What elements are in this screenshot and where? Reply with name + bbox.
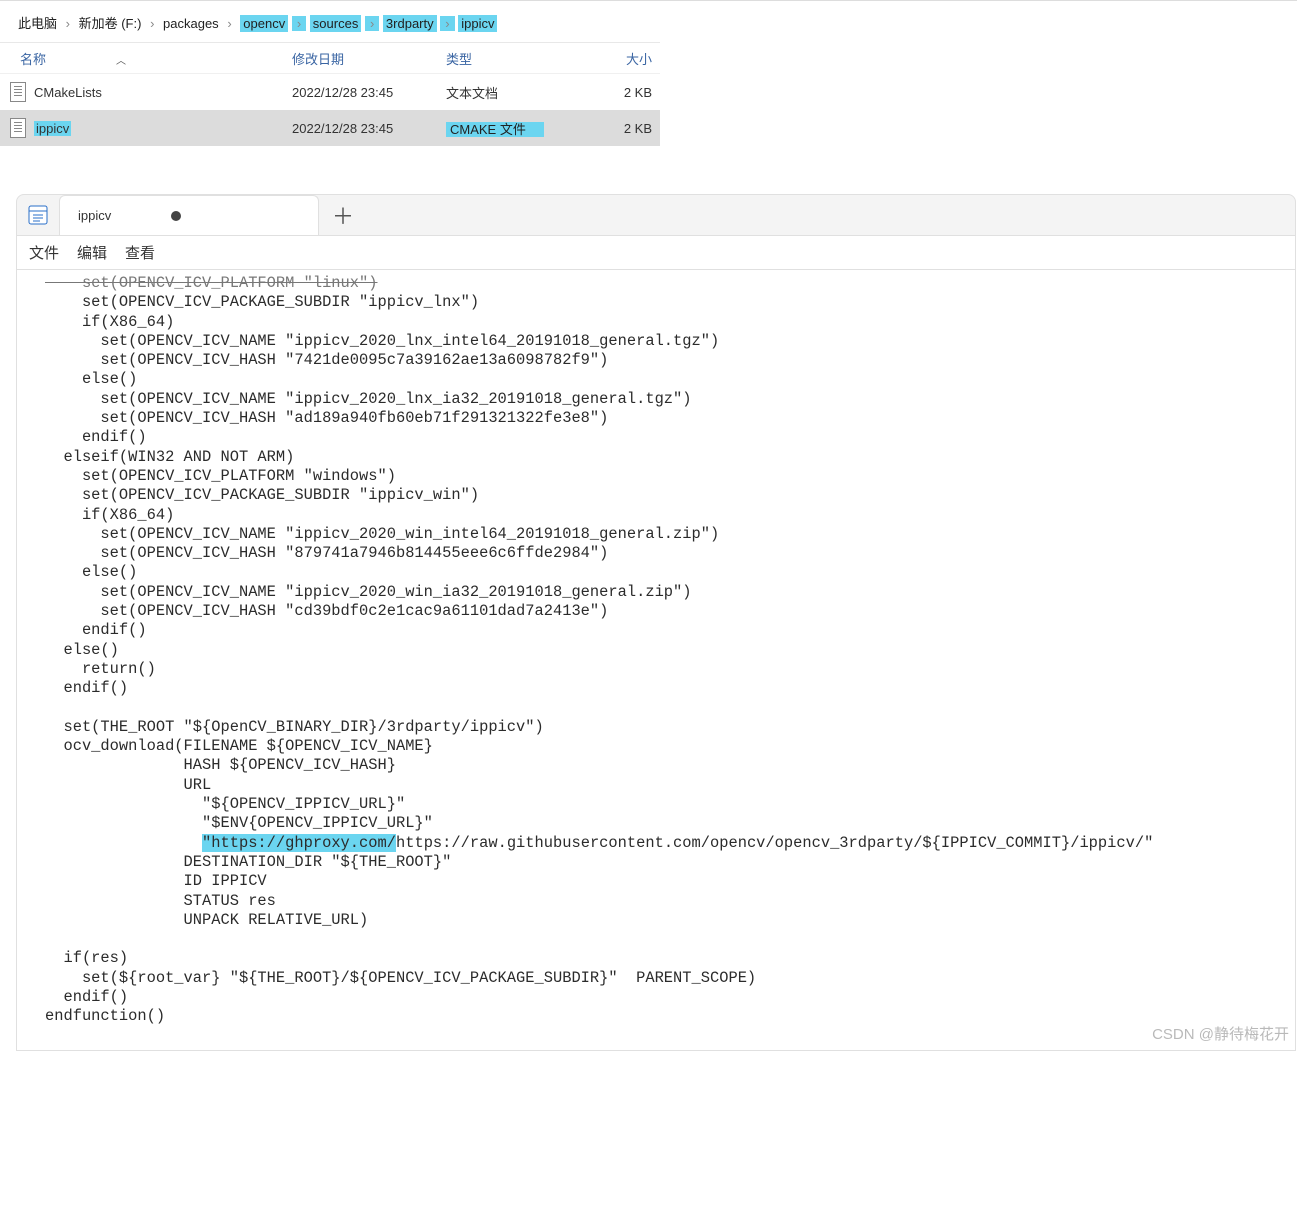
- col-header-date[interactable]: 修改日期: [292, 49, 446, 68]
- crumb-sep: ›: [222, 16, 236, 31]
- file-explorer: 此电脑 › 新加卷 (F:) › packages › opencv › sou…: [0, 0, 1297, 146]
- code-line: if(X86_64): [45, 313, 174, 331]
- code-line: return(): [45, 660, 156, 678]
- crumb-this-pc[interactable]: 此电脑: [18, 16, 57, 31]
- crumb-3rdparty[interactable]: 3rdparty: [383, 15, 437, 32]
- notepad-window: ippicv ＋ 文件 编辑 查看 set(OPENCV_ICV_PLATFOR…: [16, 194, 1296, 1051]
- code-line: set(OPENCV_ICV_PLATFORM "windows"): [45, 467, 396, 485]
- notepad-app-icon: [17, 195, 59, 235]
- menu-file[interactable]: 文件: [29, 242, 59, 263]
- crumb-sep: ›: [440, 16, 454, 31]
- file-row-cmakelists[interactable]: CMakeLists 2022/12/28 23:45 文本文档 2 KB: [0, 74, 660, 110]
- crumb-ippicv[interactable]: ippicv: [458, 15, 497, 32]
- code-line: set(OPENCV_ICV_NAME "ippicv_2020_lnx_ia3…: [45, 390, 692, 408]
- file-list: 名称︿ 修改日期 类型 大小 CMakeLists 2022/12/28 23:…: [0, 42, 660, 146]
- crumb-opencv[interactable]: opencv: [240, 15, 288, 32]
- code-line: set(OPENCV_ICV_NAME "ippicv_2020_win_ia3…: [45, 583, 692, 601]
- code-line: DESTINATION_DIR "${THE_ROOT}": [45, 853, 451, 871]
- code-line: ocv_download(FILENAME ${OPENCV_ICV_NAME}: [45, 737, 433, 755]
- file-size: 2 KB: [580, 85, 658, 100]
- code-line: UNPACK RELATIVE_URL): [45, 911, 368, 929]
- file-date: 2022/12/28 23:45: [292, 85, 446, 100]
- tab-ippicv[interactable]: ippicv: [59, 195, 319, 235]
- code-line: https://raw.githubusercontent.com/opencv…: [396, 834, 1153, 852]
- menu-bar: 文件 编辑 查看: [17, 235, 1295, 270]
- tab-label: ippicv: [78, 208, 111, 223]
- text-file-icon: [10, 118, 26, 138]
- code-line: endif(): [45, 679, 128, 697]
- code-line: else(): [45, 563, 137, 581]
- code-line: endfunction(): [45, 1007, 165, 1025]
- col-header-name[interactable]: 名称︿: [0, 49, 292, 68]
- code-line: set(OPENCV_ICV_HASH "879741a7946b814455e…: [45, 544, 608, 562]
- file-list-header[interactable]: 名称︿ 修改日期 类型 大小: [0, 42, 660, 74]
- file-name: ippicv: [34, 121, 71, 136]
- code-line: [45, 834, 202, 852]
- crumb-drive[interactable]: 新加卷 (F:): [79, 16, 142, 31]
- highlighted-url: "https://ghproxy.com/: [202, 834, 396, 852]
- breadcrumb[interactable]: 此电脑 › 新加卷 (F:) › packages › opencv › sou…: [0, 9, 1297, 42]
- crumb-sep: ›: [292, 16, 306, 31]
- code-line: set(OPENCV_ICV_NAME "ippicv_2020_win_int…: [45, 525, 719, 543]
- code-line: set(OPENCV_ICV_PLATFORM "linux"): [45, 274, 378, 292]
- file-type: CMAKE 文件: [446, 119, 580, 138]
- file-size: 2 KB: [580, 121, 658, 136]
- menu-view[interactable]: 查看: [125, 242, 155, 263]
- code-line: endif(): [45, 621, 147, 639]
- watermark-text: CSDN @静待梅花开: [1152, 1023, 1289, 1044]
- code-line: set(OPENCV_ICV_NAME "ippicv_2020_lnx_int…: [45, 332, 719, 350]
- code-line: set(${root_var} "${THE_ROOT}/${OPENCV_IC…: [45, 969, 756, 987]
- col-header-size[interactable]: 大小: [580, 49, 658, 68]
- crumb-sources[interactable]: sources: [310, 15, 362, 32]
- crumb-sep: ›: [365, 16, 379, 31]
- code-line: elseif(WIN32 AND NOT ARM): [45, 448, 294, 466]
- crumb-sep: ›: [61, 16, 75, 31]
- tab-bar: ippicv ＋: [17, 195, 1295, 235]
- code-line: ID IPPICV: [45, 872, 267, 890]
- menu-edit[interactable]: 编辑: [77, 242, 107, 263]
- file-name: CMakeLists: [34, 85, 102, 100]
- code-line: "$ENV{OPENCV_IPPICV_URL}": [45, 814, 433, 832]
- crumb-packages[interactable]: packages: [163, 16, 219, 31]
- text-file-icon: [10, 82, 26, 102]
- code-line: URL: [45, 776, 211, 794]
- file-row-ippicv[interactable]: ippicv 2022/12/28 23:45 CMAKE 文件 2 KB: [0, 110, 660, 146]
- col-header-type[interactable]: 类型: [446, 49, 580, 68]
- sort-indicator-icon: ︿: [46, 56, 126, 67]
- new-tab-button[interactable]: ＋: [319, 195, 367, 235]
- code-line: set(THE_ROOT "${OpenCV_BINARY_DIR}/3rdpa…: [45, 718, 544, 736]
- code-line: set(OPENCV_ICV_PACKAGE_SUBDIR "ippicv_ln…: [45, 293, 479, 311]
- code-line: endif(): [45, 988, 128, 1006]
- code-line: set(OPENCV_ICV_HASH "ad189a940fb60eb71f2…: [45, 409, 608, 427]
- code-line: HASH ${OPENCV_ICV_HASH}: [45, 756, 396, 774]
- code-line: if(X86_64): [45, 506, 174, 524]
- code-line: "${OPENCV_IPPICV_URL}": [45, 795, 405, 813]
- code-line: endif(): [45, 428, 147, 446]
- code-line: set(OPENCV_ICV_PACKAGE_SUBDIR "ippicv_wi…: [45, 486, 479, 504]
- code-line: if(res): [45, 949, 128, 967]
- editor-content[interactable]: set(OPENCV_ICV_PLATFORM "linux") set(OPE…: [17, 270, 1295, 1050]
- code-line: set(OPENCV_ICV_HASH "cd39bdf0c2e1cac9a61…: [45, 602, 608, 620]
- file-date: 2022/12/28 23:45: [292, 121, 446, 136]
- tab-modified-indicator-icon[interactable]: [171, 211, 181, 221]
- crumb-sep: ›: [145, 16, 159, 31]
- code-line: else(): [45, 370, 137, 388]
- code-line: set(OPENCV_ICV_HASH "7421de0095c7a39162a…: [45, 351, 608, 369]
- code-line: else(): [45, 641, 119, 659]
- file-type: 文本文档: [446, 83, 580, 102]
- code-line: STATUS res: [45, 892, 276, 910]
